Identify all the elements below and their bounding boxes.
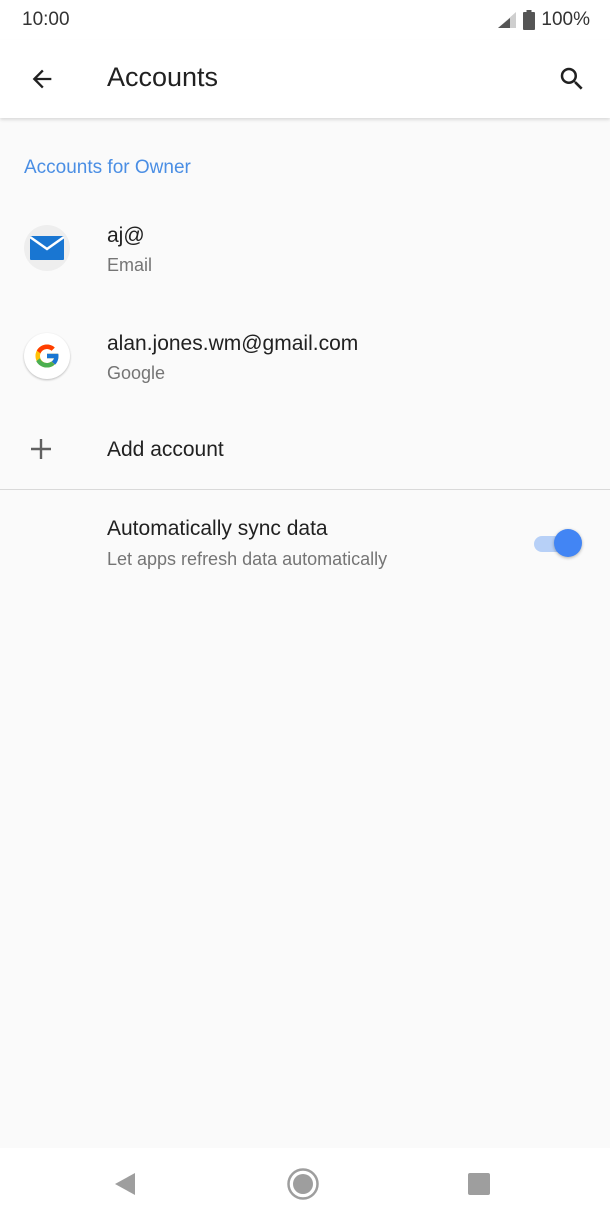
add-account-label: Add account [107, 438, 224, 461]
account-row-email[interactable]: aj@ Email [0, 200, 610, 300]
recents-square-icon [468, 1173, 490, 1195]
nav-home-button[interactable] [283, 1164, 323, 1204]
email-icon [30, 236, 64, 260]
home-circle-icon [287, 1168, 319, 1200]
account-icon-container [24, 333, 70, 379]
app-bar: Accounts [0, 40, 610, 118]
add-account-row[interactable]: Add account [0, 412, 610, 488]
google-icon [35, 344, 60, 368]
sync-subtitle: Let apps refresh data automatically [107, 549, 388, 569]
battery-percentage: 100% [541, 9, 590, 30]
auto-sync-row[interactable]: Automatically sync data Let apps refresh… [0, 500, 610, 586]
account-type: Google [107, 363, 166, 383]
status-icons: 100% [497, 8, 590, 32]
account-icon-container [24, 225, 70, 271]
account-name: aj@ [107, 224, 145, 247]
status-bar: 10:00 100% [0, 0, 610, 40]
section-header: Accounts for Owner [24, 157, 191, 178]
plus-icon [31, 439, 51, 459]
toggle-thumb [554, 529, 582, 557]
search-icon [560, 67, 583, 90]
back-triangle-icon [115, 1173, 135, 1195]
navigation-bar [0, 1148, 610, 1220]
battery-icon [523, 10, 536, 30]
signal-icon [498, 12, 517, 28]
account-type: Email [107, 255, 153, 275]
back-button[interactable] [18, 55, 66, 103]
sync-title: Automatically sync data [107, 517, 328, 540]
account-name: alan.jones.wm@gmail.com [107, 332, 359, 355]
auto-sync-toggle[interactable] [530, 528, 582, 558]
nav-back-button[interactable] [105, 1164, 145, 1204]
nav-recents-button[interactable] [459, 1164, 499, 1204]
status-time: 10:00 [22, 9, 70, 30]
page-title: Accounts [107, 62, 219, 92]
account-row-google[interactable]: alan.jones.wm@gmail.com Google [0, 308, 610, 408]
back-arrow-icon [32, 69, 52, 89]
search-button[interactable] [548, 55, 596, 103]
divider [0, 489, 610, 490]
